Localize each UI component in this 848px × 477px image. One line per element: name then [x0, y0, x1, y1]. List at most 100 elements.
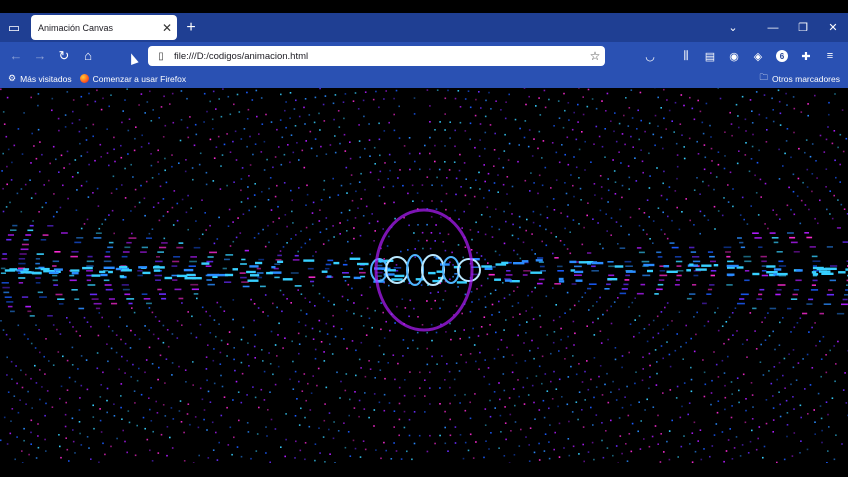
- particle: [121, 255, 128, 258]
- particle: [17, 411, 20, 414]
- particle: [74, 452, 76, 454]
- particle-streak: [120, 269, 132, 272]
- particle: [581, 381, 584, 383]
- particle: [666, 237, 669, 240]
- extension-icon[interactable]: ◈: [746, 44, 770, 68]
- bookmark-mas-visitados[interactable]: ⚙ Más visitados: [8, 73, 72, 84]
- particle: [599, 365, 602, 367]
- particle: [393, 267, 402, 269]
- particle: [676, 385, 679, 388]
- particle: [674, 256, 682, 258]
- particle: [554, 283, 561, 285]
- particle: [404, 307, 407, 309]
- url-field[interactable]: file:///D:/codigos/animacion.html: [170, 51, 585, 62]
- particle: [538, 278, 545, 281]
- particle: [548, 98, 550, 101]
- particle: [32, 220, 34, 222]
- particle: [765, 117, 768, 119]
- particle: [470, 291, 473, 293]
- particle: [563, 447, 565, 449]
- top-black-strip: [0, 0, 848, 13]
- particle: [454, 442, 457, 444]
- animation-canvas[interactable]: [0, 88, 848, 463]
- particle: [79, 142, 81, 145]
- particle: [240, 401, 243, 404]
- particle: [228, 331, 231, 333]
- particle: [197, 426, 200, 429]
- firefox-view-button[interactable]: ▭: [0, 13, 28, 42]
- particle: [295, 440, 297, 443]
- particle: [558, 378, 561, 381]
- particle: [96, 89, 98, 92]
- particle: [304, 123, 306, 125]
- particle: [312, 375, 314, 377]
- puzzle-icon[interactable]: ✚: [794, 44, 818, 68]
- particle: [775, 293, 781, 296]
- particle: [690, 390, 693, 393]
- home-button[interactable]: ⌂: [76, 44, 100, 68]
- particle: [85, 127, 88, 129]
- particle: [519, 257, 522, 260]
- particle: [207, 457, 210, 459]
- particle: [539, 326, 542, 328]
- particle: [759, 178, 762, 181]
- particle: [141, 246, 148, 249]
- particle: [186, 126, 189, 129]
- forward-button[interactable]: →: [28, 44, 52, 68]
- particle: [772, 109, 774, 111]
- particle: [502, 356, 505, 358]
- particle: [46, 390, 49, 392]
- particle: [757, 214, 760, 216]
- profile-badge-icon[interactable]: 6: [770, 44, 794, 68]
- particle: [637, 430, 639, 433]
- address-bar[interactable]: ▯ file:///D:/codigos/animacion.html ☆: [148, 46, 605, 66]
- particle: [7, 234, 14, 236]
- particle: [607, 401, 610, 404]
- menu-icon[interactable]: ≡: [818, 44, 842, 68]
- library-icon[interactable]: ⫼: [674, 44, 698, 68]
- new-tab-button[interactable]: +: [177, 19, 205, 37]
- particle: [693, 350, 696, 353]
- particle: [148, 307, 151, 309]
- particle: [203, 418, 205, 421]
- reload-button[interactable]: ↻: [52, 44, 76, 68]
- bookmark-comenzar-firefox[interactable]: Comenzar a usar Firefox: [79, 74, 186, 84]
- particle: [788, 353, 790, 355]
- particle-streak: [575, 279, 583, 282]
- list-all-tabs-button[interactable]: ⌄: [718, 21, 748, 34]
- particle: [696, 311, 698, 314]
- particle: [395, 89, 398, 92]
- particle: [124, 293, 131, 296]
- tab-close-icon[interactable]: ✕: [157, 21, 177, 35]
- particle: [449, 402, 451, 405]
- particle: [843, 208, 846, 210]
- other-bookmarks[interactable]: 🗀 Otros marcadores: [759, 69, 840, 88]
- particle: [483, 375, 485, 378]
- bookmark-star-icon[interactable]: ☆: [585, 49, 605, 63]
- sidebar-icon[interactable]: ▤: [698, 44, 722, 68]
- particle: [469, 229, 472, 231]
- minimize-button[interactable]: —: [758, 22, 788, 34]
- close-window-button[interactable]: ✕: [818, 21, 848, 34]
- particle: [332, 325, 335, 328]
- particle: [388, 402, 391, 404]
- particle: [303, 166, 306, 169]
- particle-streak: [663, 265, 670, 268]
- particle: [393, 410, 396, 412]
- back-button[interactable]: ←: [4, 44, 28, 68]
- restore-button[interactable]: ❐: [788, 21, 818, 34]
- particle: [38, 329, 40, 331]
- particle: [768, 370, 770, 372]
- particle: [581, 243, 584, 246]
- account-icon[interactable]: ◉: [722, 44, 746, 68]
- particle: [769, 232, 776, 234]
- particle: [514, 421, 517, 423]
- particle: [305, 226, 308, 229]
- particle: [707, 288, 713, 291]
- particle: [464, 293, 467, 296]
- particle: [337, 194, 340, 196]
- pocket-icon[interactable]: ◡: [638, 44, 662, 68]
- particle: [173, 256, 181, 258]
- tab-animacion-canvas[interactable]: Animación Canvas ✕: [31, 15, 177, 40]
- particle: [394, 217, 396, 220]
